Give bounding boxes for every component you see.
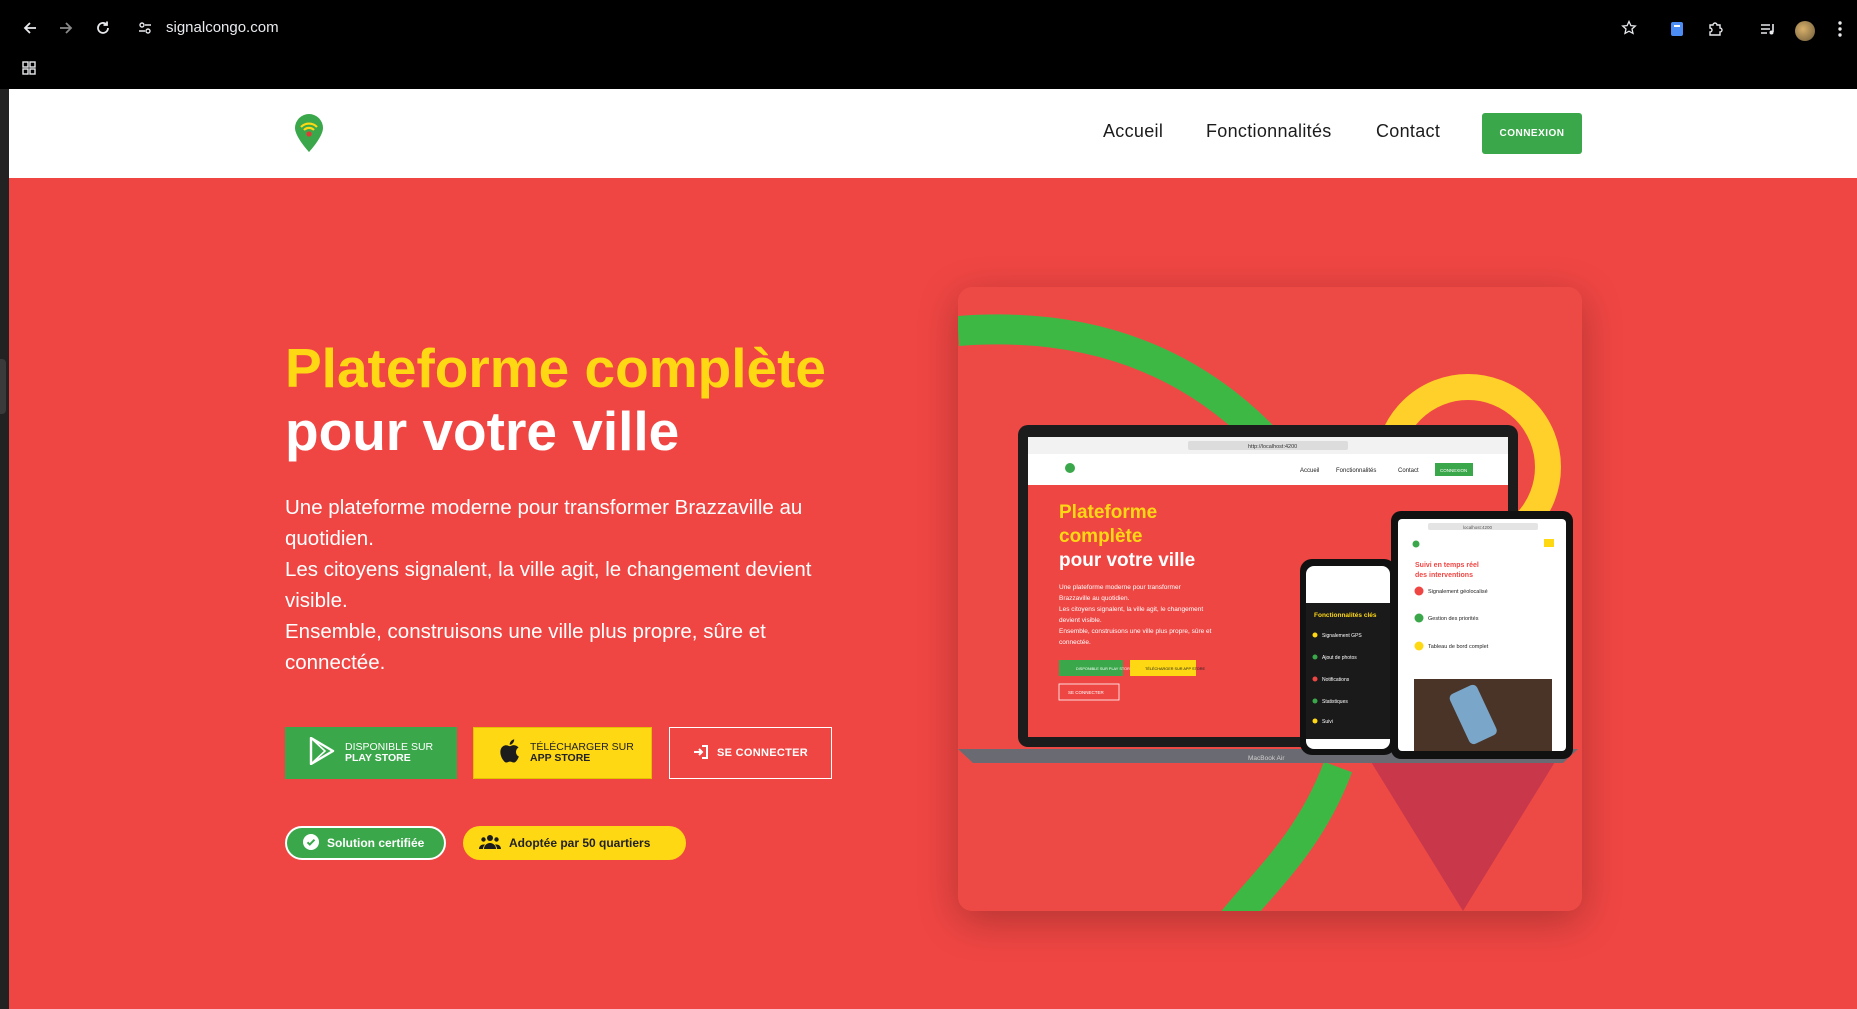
quarters-badge-label: Adoptée par 50 quartiers <box>509 836 651 850</box>
play-store-icon <box>309 736 335 770</box>
site-header: Accueil Fonctionnalités Contact CONNEXIO… <box>9 89 1857 178</box>
laptop-title-3: pour votre ville <box>1059 550 1195 571</box>
check-circle-icon <box>303 833 319 853</box>
site-info-icon[interactable] <box>136 19 154 37</box>
laptop-label: MacBook Air <box>1248 755 1285 762</box>
laptop-desc-line: Les citoyens signalent, la ville agit, l… <box>1059 606 1203 613</box>
hero-desc-line: connectée. <box>285 651 386 674</box>
extensions-puzzle-icon[interactable] <box>1705 19 1725 39</box>
hero-title-line2: pour votre ville <box>285 400 680 462</box>
laptop-url: http://localhost:4200 <box>1248 444 1297 450</box>
laptop-desc-line: devient visible. <box>1059 617 1102 624</box>
more-menu-icon[interactable] <box>1832 19 1848 39</box>
certified-badge: Solution certifiée <box>285 826 446 860</box>
hero-desc-line: Une plateforme moderne pour transformer … <box>285 496 803 519</box>
web-page: Accueil Fonctionnalités Contact CONNEXIO… <box>9 89 1857 1009</box>
laptop-nav-accueil: Accueil <box>1300 468 1319 474</box>
laptop-btn-play: DISPONIBLE SUR PLAY STORE <box>1076 667 1133 671</box>
laptop-btn-login: SE CONNECTER <box>1068 690 1105 695</box>
certified-badge-label: Solution certifiée <box>327 836 425 850</box>
quarters-badge: Adoptée par 50 quartiers <box>463 826 686 860</box>
nav-link-accueil[interactable]: Accueil <box>1103 121 1163 142</box>
se-connecter-label: SE CONNECTER <box>717 747 808 759</box>
hero-description: Une plateforme moderne pour transformer … <box>285 492 895 678</box>
laptop-desc-line: Brazzaville au quotidien. <box>1059 595 1130 602</box>
forward-icon[interactable] <box>56 18 76 38</box>
app-store-big: APP STORE <box>530 752 591 764</box>
app-store-button[interactable]: TÉLÉCHARGER SUR APP STORE <box>473 727 652 779</box>
back-icon[interactable] <box>20 18 40 38</box>
apple-icon <box>498 738 520 769</box>
tablet-item: Gestion des priorités <box>1428 616 1479 622</box>
tablet-title-1: Suivi en temps réel <box>1415 562 1479 569</box>
play-store-button[interactable]: DISPONIBLE SUR PLAY STORE <box>285 727 457 779</box>
laptop-btn-app: TÉLÉCHARGER SUR APP STORE <box>1145 666 1205 671</box>
laptop-title-1: Plateforme <box>1059 502 1157 523</box>
phone-item: Ajout de photos <box>1322 655 1357 661</box>
hero-desc-line: Ensemble, construisons une ville plus pr… <box>285 620 766 643</box>
laptop-desc-line: Ensemble, construisons une ville plus pr… <box>1059 628 1212 635</box>
devices-mockup-image: http://localhost:4200 Accueil Fonctionna… <box>958 287 1582 911</box>
laptop-desc-line: connectée. <box>1059 639 1091 646</box>
profile-avatar[interactable] <box>1794 20 1816 42</box>
extension-doc-icon[interactable] <box>1668 20 1686 38</box>
reload-icon[interactable] <box>93 18 113 38</box>
apps-grid-icon[interactable] <box>20 59 38 77</box>
tablet-url: localhost:4200 <box>1463 525 1493 530</box>
connexion-button[interactable]: CONNEXION <box>1482 113 1582 154</box>
media-playlist-icon[interactable] <box>1758 19 1778 39</box>
phone-title: Fonctionnalités clés <box>1314 612 1377 619</box>
phone-item: Statistiques <box>1322 699 1348 705</box>
laptop-nav-contact: Contact <box>1398 468 1419 474</box>
bookmark-star-icon[interactable] <box>1619 18 1639 38</box>
tablet-item: Tableau de bord complet <box>1428 644 1489 650</box>
phone-item: Signalement GPS <box>1322 633 1362 639</box>
laptop-title-2: complète <box>1059 526 1142 547</box>
play-store-big: PLAY STORE <box>345 752 411 764</box>
tablet-item: Signalement géolocalisé <box>1428 589 1488 595</box>
logo-pin-icon[interactable] <box>293 113 325 157</box>
tablet-title-2: des interventions <box>1415 572 1473 579</box>
users-group-icon <box>479 834 501 853</box>
nav-link-contact[interactable]: Contact <box>1376 121 1440 142</box>
phone-item: Notifications <box>1322 677 1350 683</box>
nav-link-fonctionnalites[interactable]: Fonctionnalités <box>1206 121 1332 142</box>
hero-title-line1: Plateforme complète <box>285 337 827 399</box>
laptop-desc-line: Une plateforme moderne pour transformer <box>1059 584 1182 591</box>
hero-desc-line: Les citoyens signalent, la ville agit, l… <box>285 558 812 581</box>
laptop-nav-fonctionnalites: Fonctionnalités <box>1336 468 1376 474</box>
browser-chrome: signalcongo.com <box>0 0 1857 89</box>
address-bar[interactable]: signalcongo.com <box>166 19 279 36</box>
hero-desc-line: quotidien. <box>285 527 374 550</box>
window-edge <box>0 89 9 1009</box>
hero-desc-line: visible. <box>285 589 348 612</box>
hero-title: Plateforme complète pour votre ville <box>285 337 826 463</box>
se-connecter-button[interactable]: SE CONNECTER <box>669 727 832 779</box>
phone-item: Suivi <box>1322 719 1333 725</box>
login-icon <box>693 744 709 763</box>
laptop-nav-connexion: CONNEXION <box>1440 468 1467 473</box>
